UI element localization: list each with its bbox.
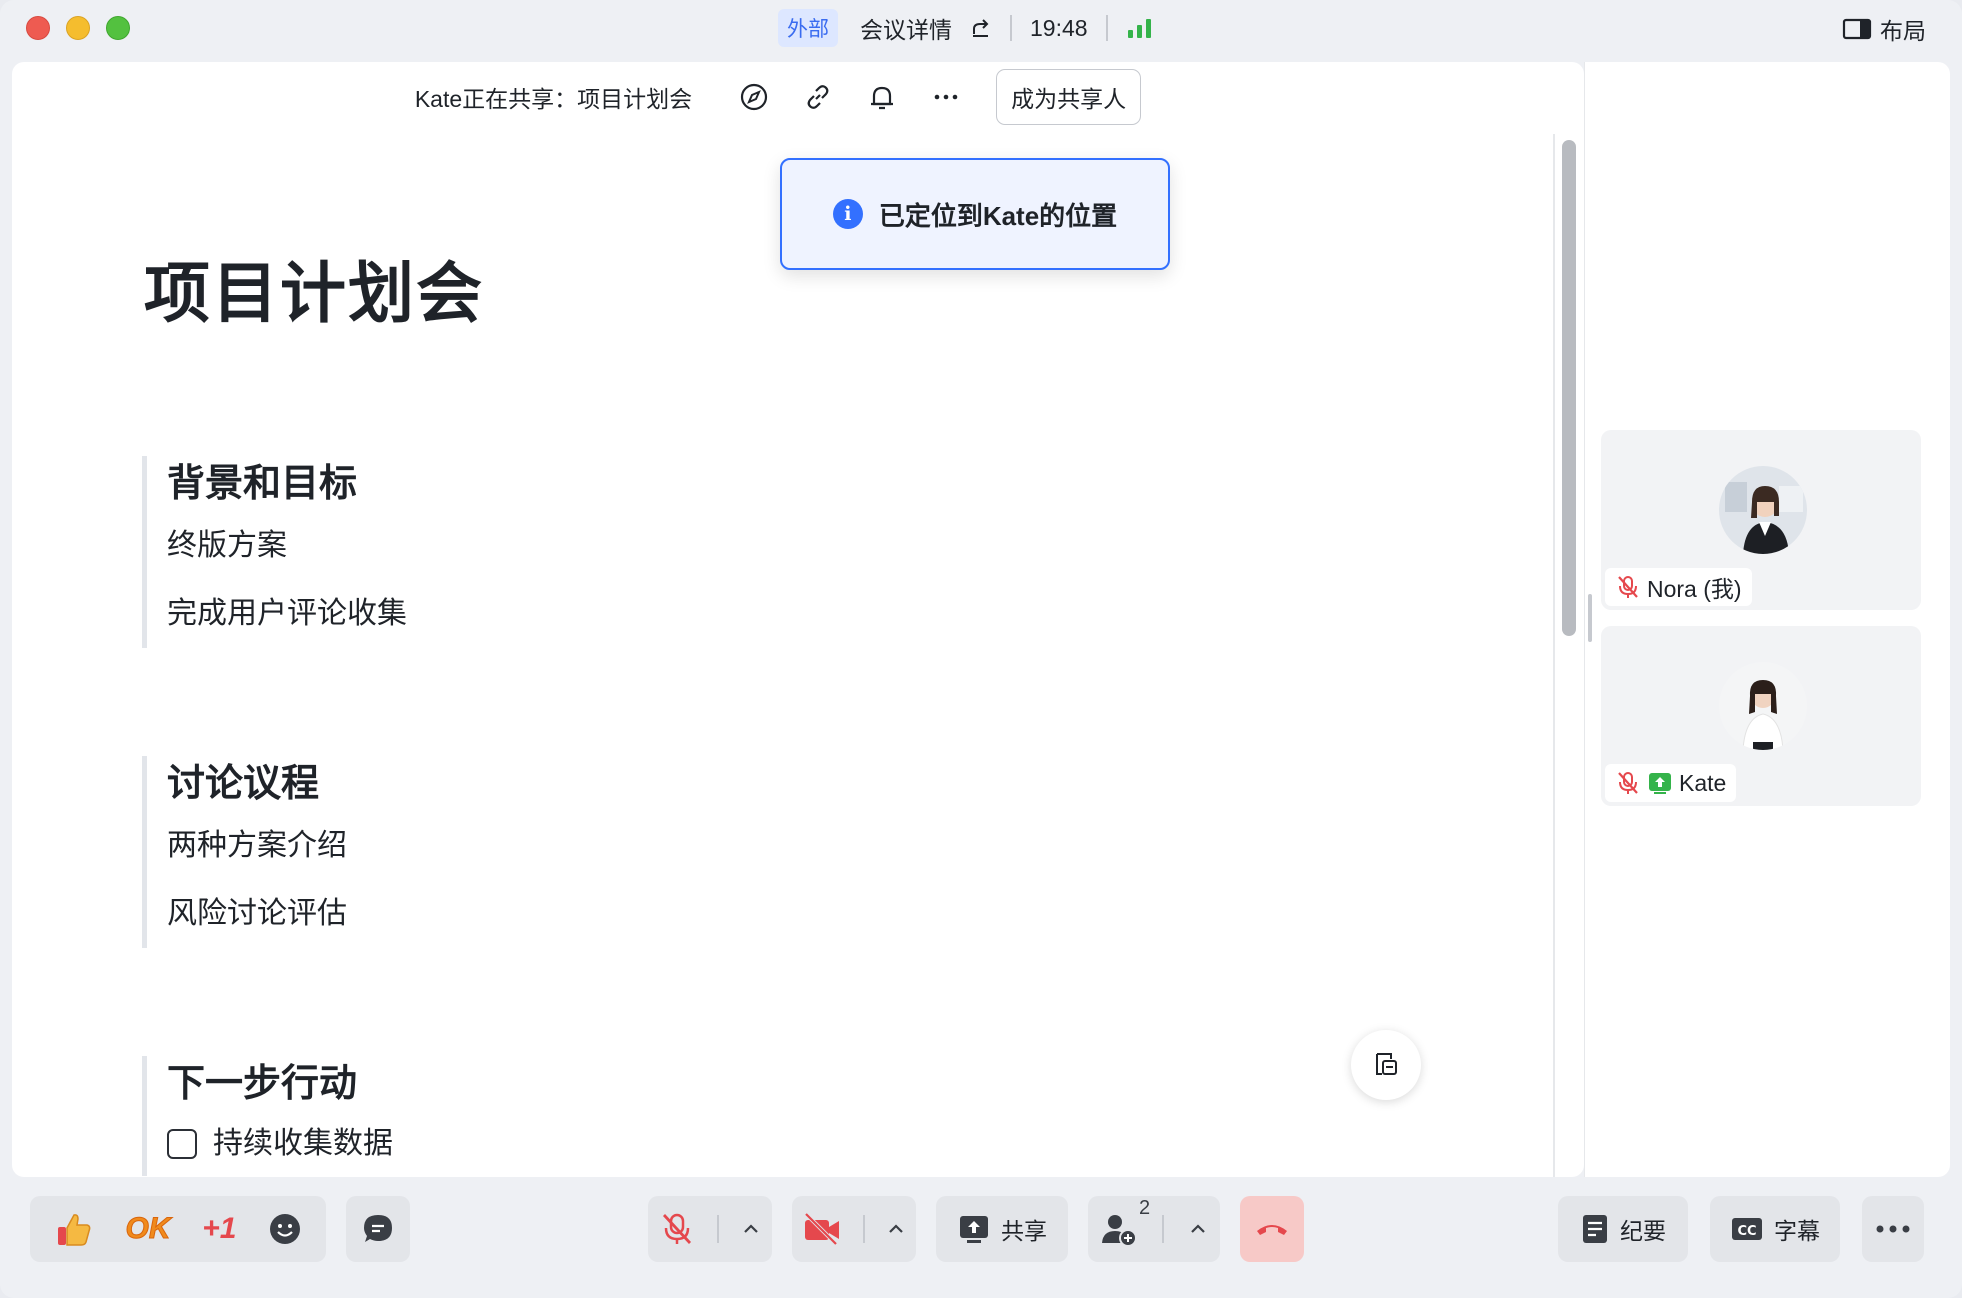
checkbox[interactable] bbox=[167, 1129, 197, 1159]
chat-icon bbox=[361, 1212, 395, 1246]
chat-button[interactable] bbox=[346, 1196, 410, 1262]
participant-tile[interactable]: Kate bbox=[1601, 626, 1921, 806]
signal-strength-icon bbox=[1126, 16, 1154, 40]
participants-button[interactable]: 2 bbox=[1100, 1197, 1150, 1247]
participant-name-tag: Kate bbox=[1605, 764, 1737, 802]
participants-panel bbox=[1584, 62, 1950, 1177]
screen-sharing-icon bbox=[1647, 770, 1673, 796]
participants-group: 2 bbox=[1088, 1196, 1220, 1262]
microphone-muted-icon bbox=[1615, 574, 1641, 600]
meeting-info: 外部 会议详情 19:48 bbox=[778, 9, 1154, 47]
divider bbox=[1010, 15, 1012, 41]
plus-one-reaction-label: +1 bbox=[202, 1212, 237, 1245]
microphone-toggle-button[interactable] bbox=[659, 1211, 695, 1247]
meeting-details-link[interactable]: 会议详情 bbox=[860, 11, 952, 45]
list-item: 风险讨论评估 bbox=[167, 897, 347, 930]
leave-meeting-button[interactable] bbox=[1240, 1196, 1304, 1262]
meeting-window: 外部 会议详情 19:48 布局 Kate正在共享：项目计划会 成为共享人 i … bbox=[0, 0, 1962, 1298]
toast-message: 已定位到Kate的位置 bbox=[878, 200, 1118, 231]
share-screen-content: 共享 bbox=[957, 1212, 1047, 1246]
closed-captions-icon: CC bbox=[1730, 1215, 1764, 1243]
layout-label: 布局 bbox=[1880, 18, 1926, 44]
info-icon: i bbox=[832, 199, 863, 229]
list-item: 完成用户评论收集 bbox=[167, 597, 407, 630]
meeting-time: 19:48 bbox=[1030, 14, 1088, 41]
share-label: 共享 bbox=[1001, 1218, 1047, 1244]
sharing-title: Kate正在共享：项目计划会 bbox=[414, 86, 693, 112]
notes-document-icon bbox=[1580, 1212, 1610, 1246]
scroll-track bbox=[1553, 134, 1555, 1177]
participant-name-tag: Nora (我) bbox=[1605, 568, 1752, 606]
participant-name: Kate bbox=[1679, 769, 1727, 796]
section-heading: 讨论议程 bbox=[167, 763, 320, 805]
panel-resize-handle[interactable] bbox=[1588, 594, 1592, 642]
layout-icon bbox=[1842, 17, 1872, 41]
follow-presenter-button[interactable] bbox=[1351, 1030, 1421, 1100]
divider bbox=[1105, 15, 1108, 41]
avatar bbox=[1719, 662, 1807, 750]
link-icon[interactable] bbox=[801, 80, 835, 114]
title-bar: 外部 会议详情 19:48 布局 bbox=[0, 0, 1962, 58]
more-options-icon[interactable] bbox=[929, 80, 963, 114]
meeting-toolbar: OK +1 共享 2 纪要 CC 字幕 bbox=[0, 1180, 1962, 1298]
hang-up-phone-icon bbox=[1254, 1219, 1290, 1239]
bell-icon[interactable] bbox=[865, 80, 899, 114]
zoom-window-button[interactable] bbox=[106, 16, 130, 40]
list-item: 终版方案 bbox=[167, 529, 287, 562]
minutes-button[interactable]: 纪要 bbox=[1558, 1196, 1688, 1262]
reactions-group: OK +1 bbox=[30, 1196, 326, 1262]
captions-label: 字幕 bbox=[1774, 1218, 1820, 1244]
camera-group bbox=[792, 1196, 916, 1262]
external-tag: 外部 bbox=[778, 9, 838, 47]
become-presenter-button[interactable]: 成为共享人 bbox=[996, 69, 1142, 125]
compass-icon[interactable] bbox=[737, 80, 771, 114]
layout-button[interactable]: 布局 bbox=[1842, 12, 1926, 46]
document-title: 项目计划会 bbox=[144, 256, 484, 330]
captions-button[interactable]: CC 字幕 bbox=[1710, 1196, 1840, 1262]
plus-one-reaction[interactable]: +1 bbox=[202, 1212, 236, 1246]
section-heading: 下一步行动 bbox=[167, 1063, 358, 1105]
section-heading: 背景和目标 bbox=[167, 463, 358, 505]
share-screen-button[interactable]: 共享 bbox=[936, 1196, 1068, 1262]
checklist-label: 持续收集数据 bbox=[213, 1127, 393, 1160]
microphone-options-chevron-up-icon[interactable] bbox=[741, 1219, 761, 1239]
camera-toggle-button[interactable] bbox=[802, 1211, 842, 1247]
section-next-steps: 下一步行动 持续收集数据 bbox=[142, 1056, 393, 1176]
emoji-icon[interactable] bbox=[268, 1212, 302, 1246]
svg-text:CC: CC bbox=[1737, 1224, 1756, 1239]
section-background-goals: 背景和目标 终版方案 完成用户评论收集 bbox=[142, 456, 407, 648]
camera-options-chevron-up-icon[interactable] bbox=[886, 1219, 906, 1239]
location-toast: i 已定位到Kate的位置 bbox=[780, 158, 1170, 270]
divider bbox=[1162, 1215, 1164, 1243]
minutes-content: 纪要 bbox=[1580, 1212, 1666, 1246]
sharing-bar: Kate正在共享：项目计划会 成为共享人 bbox=[12, 62, 1584, 132]
more-button[interactable] bbox=[1862, 1196, 1924, 1262]
list-item: 两种方案介绍 bbox=[167, 829, 347, 862]
scrollbar-thumb[interactable] bbox=[1562, 140, 1576, 636]
microphone-group bbox=[648, 1196, 772, 1262]
share-link-icon[interactable] bbox=[970, 17, 992, 39]
avatar bbox=[1719, 466, 1807, 554]
section-agenda: 讨论议程 两种方案介绍 风险讨论评估 bbox=[142, 756, 347, 948]
divider bbox=[717, 1215, 719, 1243]
document-follow-icon bbox=[1371, 1050, 1401, 1080]
more-options-icon bbox=[1875, 1224, 1911, 1234]
share-screen-icon bbox=[957, 1212, 991, 1246]
minimize-window-button[interactable] bbox=[66, 16, 90, 40]
minutes-label: 纪要 bbox=[1620, 1218, 1666, 1244]
participant-tile[interactable]: Nora (我) bbox=[1601, 430, 1921, 610]
checklist-item: 持续收集数据 bbox=[167, 1112, 393, 1176]
divider bbox=[863, 1215, 865, 1243]
close-window-button[interactable] bbox=[26, 16, 50, 40]
microphone-muted-icon bbox=[1615, 770, 1641, 796]
thumbs-up-reaction-icon[interactable] bbox=[54, 1209, 94, 1249]
participants-count: 2 bbox=[1138, 1197, 1151, 1219]
participant-name: Nora (我) bbox=[1647, 576, 1742, 602]
shared-document-pane: Kate正在共享：项目计划会 成为共享人 i 已定位到Kate的位置 项目计划会… bbox=[12, 62, 1584, 1177]
captions-content: CC 字幕 bbox=[1730, 1212, 1820, 1246]
ok-reaction[interactable]: OK bbox=[125, 1212, 171, 1246]
ok-reaction-label: OK bbox=[125, 1212, 171, 1246]
participants-options-chevron-up-icon[interactable] bbox=[1188, 1219, 1208, 1239]
